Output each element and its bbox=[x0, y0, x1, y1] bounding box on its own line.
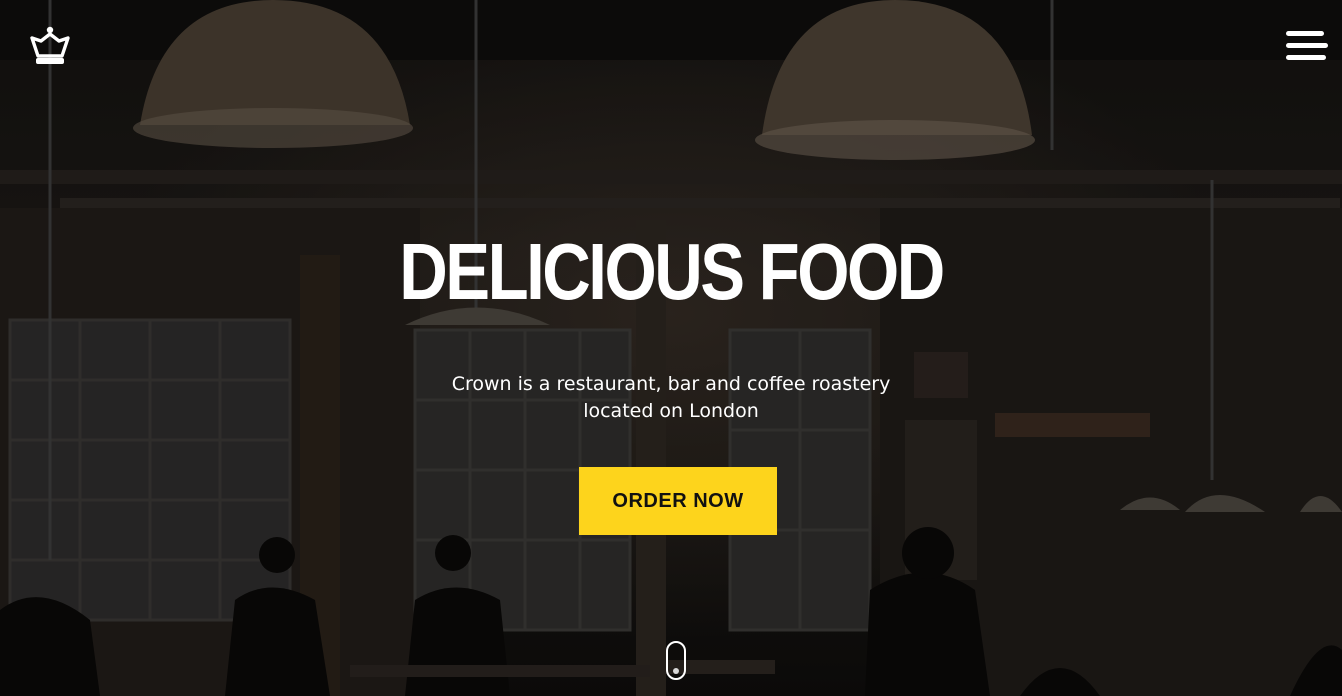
hamburger-menu-button[interactable] bbox=[1286, 31, 1328, 63]
crown-icon bbox=[30, 26, 70, 64]
order-now-button[interactable]: ORDER NOW bbox=[579, 467, 777, 535]
hero-subtitle-line1: Crown is a restaurant, bar and coffee ro… bbox=[451, 373, 891, 395]
menu-line bbox=[1286, 55, 1326, 60]
menu-line bbox=[1286, 31, 1324, 36]
hero-subtitle: Crown is a restaurant, bar and coffee ro… bbox=[421, 371, 921, 425]
hero-subtitle-line2: located on London bbox=[583, 400, 759, 422]
scroll-dot bbox=[673, 668, 679, 674]
mouse-scroll-icon[interactable] bbox=[666, 641, 686, 680]
hero-title: DELICIOUS FOOD bbox=[399, 227, 945, 316]
hero-section: DELICIOUS FOOD Crown is a restaurant, ba… bbox=[0, 0, 1342, 696]
menu-line bbox=[1286, 43, 1328, 48]
background-overlay bbox=[0, 0, 1342, 696]
crown-logo-icon[interactable] bbox=[28, 24, 72, 68]
